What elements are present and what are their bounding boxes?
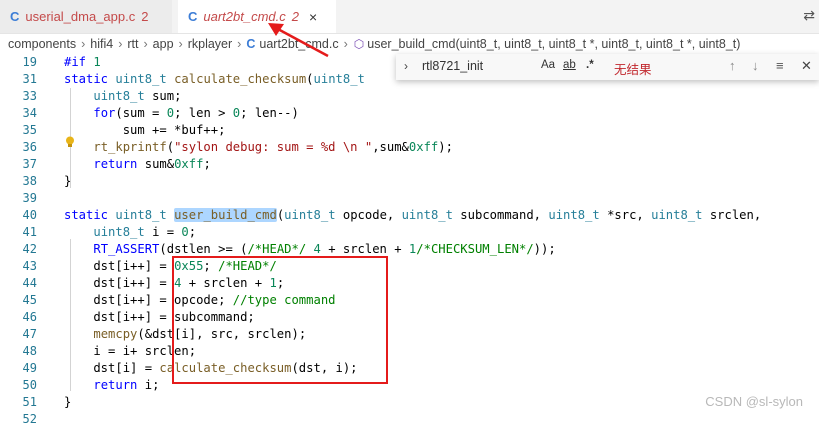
line-number: 34	[22, 106, 37, 120]
code-line[interactable]: 48 i = i+ srclen;	[0, 343, 819, 360]
breadcrumb-symbol[interactable]: user_build_cmd(uint8_t, uint8_t, uint8_t…	[367, 37, 740, 51]
line-number: 42	[22, 242, 37, 256]
arrow-down-icon[interactable]: ↓	[752, 58, 759, 73]
chevron-right-icon[interactable]: ›	[404, 59, 408, 73]
find-widget: › Aa ab .* 无结果 ↑ ↓ ≡ ✕	[396, 54, 819, 80]
breadcrumb-item[interactable]: components	[8, 37, 76, 51]
match-whole-word-toggle[interactable]: ab	[563, 59, 576, 71]
line-number: 46	[22, 310, 37, 324]
code-text: #if 1	[64, 55, 101, 69]
code-line[interactable]: 36 rt_kprintf("sylon debug: sum = %d \n …	[0, 139, 819, 156]
line-number: 45	[22, 293, 37, 307]
line-number: 50	[22, 378, 37, 392]
line-number: 38	[22, 174, 37, 188]
code-text: sum += *buf++;	[64, 123, 226, 137]
arrow-up-icon[interactable]: ↑	[729, 58, 736, 73]
code-text: rt_kprintf("sylon debug: sum = %d \n ",s…	[93, 140, 453, 154]
line-number: 43	[22, 259, 37, 273]
watermark: CSDN @sl-sylon	[705, 394, 803, 409]
tab-bar: C userial_dma_app.c 2 C uart2bt_cmd.c 2 …	[0, 0, 819, 34]
code-text: static uint8_t user_build_cmd(uint8_t op…	[64, 208, 762, 222]
code-line[interactable]: 50 return i;	[0, 377, 819, 394]
code-line[interactable]: 41 uint8_t i = 0;	[0, 224, 819, 241]
code-text: uint8_t sum;	[93, 89, 182, 103]
code-line[interactable]: 39	[0, 190, 819, 207]
code-line[interactable]: 38}	[0, 173, 819, 190]
code-text: uint8_t i = 0;	[93, 225, 197, 239]
chevron-right-icon: ›	[237, 37, 242, 51]
code-line[interactable]: 37 return sum&0xff;	[0, 156, 819, 173]
line-number: 35	[22, 123, 37, 137]
code-line[interactable]: 45 dst[i++] = opcode; //type command	[0, 292, 819, 309]
code-text: return sum&0xff;	[93, 157, 211, 171]
compare-changes-icon[interactable]: ⇄	[803, 8, 815, 24]
line-number: 31	[22, 72, 37, 86]
code-line[interactable]: 35 sum += *buf++;	[0, 122, 819, 139]
code-text: static uint8_t calculate_checksum(uint8_…	[64, 72, 365, 86]
code-text: return i;	[93, 378, 160, 392]
find-in-selection-icon[interactable]: ≡	[776, 58, 784, 73]
tab-label: userial_dma_app.c	[25, 9, 136, 24]
breadcrumb-item[interactable]: rkplayer	[188, 37, 232, 51]
code-line[interactable]: 52	[0, 411, 819, 428]
line-number: 47	[22, 327, 37, 341]
code-text: for(sum = 0; len > 0; len--)	[93, 106, 299, 120]
method-symbol-icon: ⬡	[353, 37, 365, 51]
find-result-status: 无结果	[614, 63, 652, 77]
chevron-right-icon: ›	[118, 37, 123, 51]
chevron-right-icon: ›	[143, 37, 148, 51]
line-number: 19	[22, 55, 37, 69]
chevron-right-icon: ›	[343, 37, 348, 51]
lightbulb-icon[interactable]	[65, 136, 75, 148]
code-line[interactable]: 42 RT_ASSERT(dstlen >= (/*HEAD*/ 4 + src…	[0, 241, 819, 258]
breadcrumb: components › hifi4 › rtt › app › rkplaye…	[0, 34, 819, 54]
line-number: 49	[22, 361, 37, 375]
code-text: }	[64, 174, 72, 188]
annotation-highlight-box	[172, 256, 388, 384]
line-number: 39	[22, 191, 37, 205]
line-number: 37	[22, 157, 37, 171]
line-number: 33	[22, 89, 37, 103]
tab-userial-dma-app[interactable]: C userial_dma_app.c 2	[0, 0, 172, 33]
line-number: 44	[22, 276, 37, 290]
code-line[interactable]: 40 static uint8_t user_build_cmd(uint8_t …	[0, 207, 819, 224]
code-editor[interactable]: 19 #if 1 31 static uint8_t calculate_checks…	[0, 54, 819, 426]
line-number: 51	[22, 395, 37, 409]
code-line[interactable]: 47 memcpy(&dst[i], src, srclen);	[0, 326, 819, 343]
code-line[interactable]: 33 uint8_t sum;	[0, 88, 819, 105]
code-line[interactable]: 44 dst[i++] = 4 + srclen + 1;	[0, 275, 819, 292]
c-file-icon: C	[188, 9, 198, 24]
code-line[interactable]: 49 dst[i] = calculate_checksum(dst, i);	[0, 360, 819, 377]
line-number: 36	[22, 140, 37, 154]
code-line[interactable]: 34 for(sum = 0; len > 0; len--)	[0, 105, 819, 122]
line-number: 48	[22, 344, 37, 358]
regex-toggle[interactable]: .*	[586, 59, 594, 71]
match-case-toggle[interactable]: Aa	[541, 59, 555, 71]
chevron-right-icon: ›	[178, 37, 183, 51]
c-file-icon: C	[10, 9, 20, 24]
code-line[interactable]: 43 dst[i++] = 0x55; /*HEAD*/	[0, 258, 819, 275]
breadcrumb-item[interactable]: app	[153, 37, 174, 51]
breadcrumb-item[interactable]: rtt	[127, 37, 138, 51]
chevron-right-icon: ›	[81, 37, 86, 51]
breadcrumb-item[interactable]: hifi4	[90, 37, 113, 51]
close-icon[interactable]: ✕	[801, 58, 812, 74]
problem-count-badge: 2	[141, 9, 149, 24]
line-number: 40	[22, 208, 37, 222]
line-number: 52	[22, 412, 37, 426]
code-line[interactable]: 51}	[0, 394, 819, 411]
annotation-arrow-icon	[268, 23, 329, 58]
line-number: 41	[22, 225, 37, 239]
c-file-icon: C	[246, 37, 256, 51]
code-line[interactable]: 46 dst[i++] = subcommand;	[0, 309, 819, 326]
code-text: }	[64, 395, 72, 409]
